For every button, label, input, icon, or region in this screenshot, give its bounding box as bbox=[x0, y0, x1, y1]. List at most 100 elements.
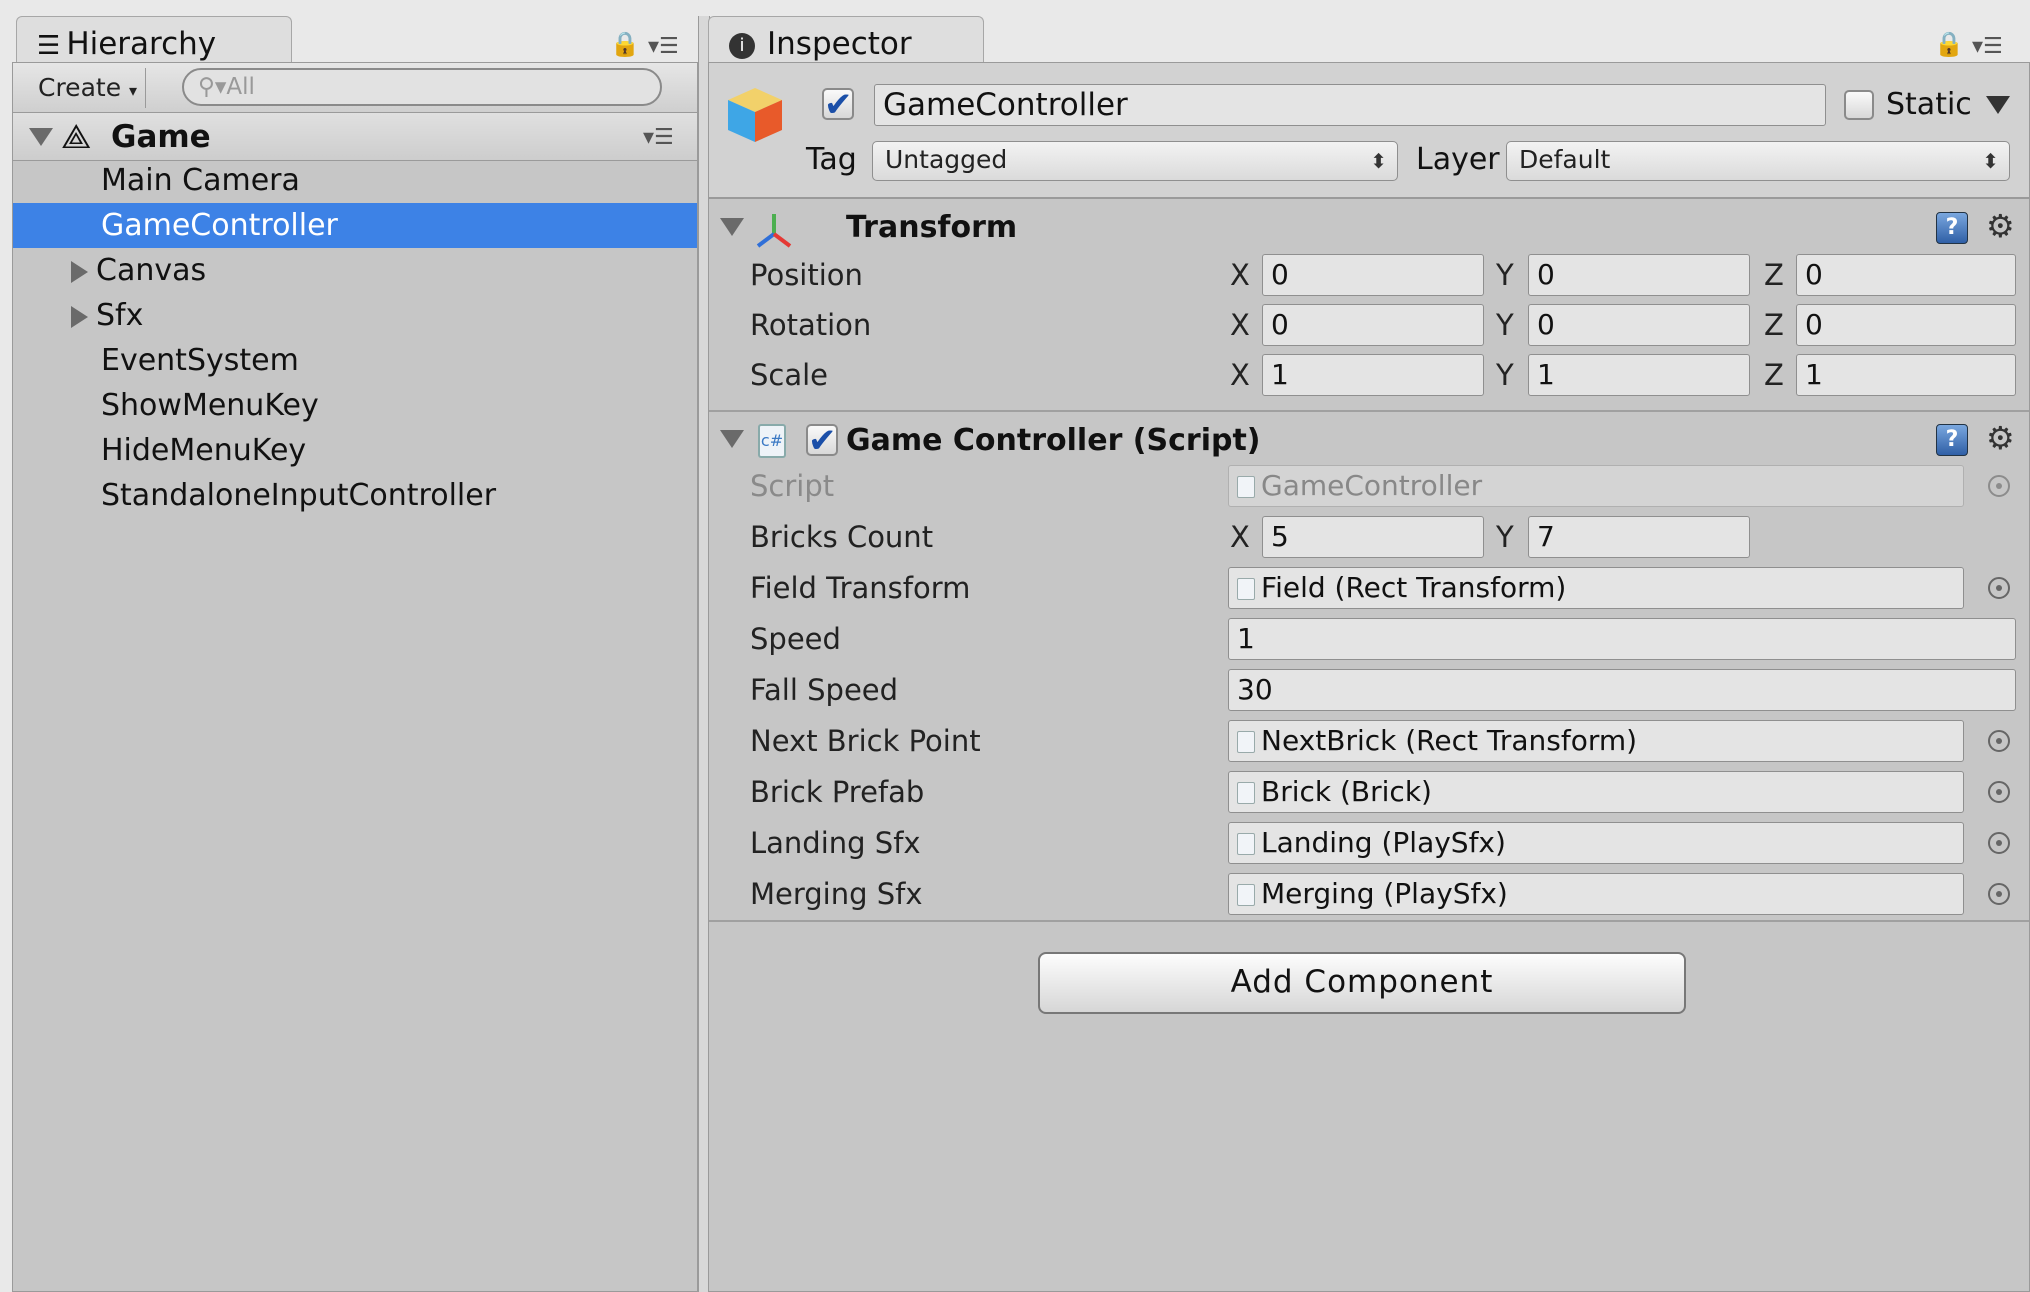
axis-z-label: Z bbox=[1764, 258, 1784, 292]
tree-item-canvas[interactable]: Canvas bbox=[13, 248, 697, 293]
layer-label: Layer bbox=[1416, 142, 1500, 177]
tree-item-standaloneinputcontroller[interactable]: StandaloneInputController bbox=[13, 473, 697, 518]
tree-item-main-camera[interactable]: Main Camera bbox=[13, 158, 697, 203]
tag-dropdown[interactable]: Untagged ⬍ bbox=[872, 141, 1398, 181]
scale-y-input[interactable]: 1 bbox=[1528, 354, 1750, 396]
speed-label: Speed bbox=[750, 622, 841, 656]
object-picker-icon[interactable] bbox=[1988, 781, 2010, 803]
updown-arrows-icon: ⬍ bbox=[1982, 149, 1999, 173]
field-transform-field[interactable]: Field (Rect Transform) bbox=[1228, 567, 1964, 609]
layer-value: Default bbox=[1519, 145, 1611, 174]
add-component-label: Add Component bbox=[1230, 964, 1494, 1000]
scene-menu-icon[interactable]: ▾☰ bbox=[643, 125, 674, 150]
field-transform-value: Field (Rect Transform) bbox=[1261, 571, 1567, 604]
speed-input[interactable]: 1 bbox=[1228, 618, 2016, 660]
position-y-input[interactable]: 0 bbox=[1528, 254, 1750, 296]
tree-item-label: GameController bbox=[101, 208, 338, 243]
search-placeholder: All bbox=[226, 74, 255, 100]
layer-dropdown[interactable]: Default ⬍ bbox=[1506, 141, 2010, 181]
expand-arrow-icon[interactable] bbox=[71, 305, 88, 328]
axis-y-label: Y bbox=[1496, 258, 1514, 292]
search-icon: ⚲▾ bbox=[198, 74, 227, 100]
tag-value: Untagged bbox=[885, 145, 1008, 174]
object-picker-icon[interactable] bbox=[1988, 832, 2010, 854]
rotation-x-input[interactable]: 0 bbox=[1262, 304, 1484, 346]
panel-menu-icon[interactable]: ▾☰ bbox=[1972, 34, 2003, 59]
tree-item-sfx[interactable]: Sfx bbox=[13, 293, 697, 338]
bricks-count-y-value: 7 bbox=[1537, 520, 1555, 553]
scale-y-value: 1 bbox=[1537, 358, 1555, 391]
tree-item-label: HideMenuKey bbox=[101, 433, 307, 468]
next-brick-point-label: Next Brick Point bbox=[750, 724, 981, 758]
add-component-button[interactable]: Add Component bbox=[1038, 952, 1686, 1014]
object-picker-icon[interactable] bbox=[1988, 883, 2010, 905]
tree-item-label: EventSystem bbox=[101, 343, 299, 378]
scale-z-input[interactable]: 1 bbox=[1796, 354, 2016, 396]
gear-icon[interactable]: ⚙ bbox=[1986, 422, 2015, 454]
help-icon[interactable]: ? bbox=[1936, 212, 1968, 244]
object-picker-icon[interactable] bbox=[1988, 730, 2010, 752]
tree-item-showmenukey[interactable]: ShowMenuKey bbox=[13, 383, 697, 428]
script-enabled-checkbox[interactable]: ✔ bbox=[806, 424, 838, 458]
gear-icon[interactable]: ⚙ bbox=[1986, 210, 2015, 242]
object-name-value: GameController bbox=[883, 87, 1128, 123]
hierarchy-search-input[interactable]: ⚲▾All bbox=[182, 68, 662, 106]
csharp-script-icon: c# bbox=[758, 424, 786, 458]
position-x-input[interactable]: 0 bbox=[1262, 254, 1484, 296]
rotation-label: Rotation bbox=[750, 308, 872, 342]
gameobject-cube-icon bbox=[724, 84, 786, 146]
object-picker-icon[interactable] bbox=[1988, 577, 2010, 599]
active-checkbox[interactable]: ✔ bbox=[822, 85, 854, 125]
axis-y-label: Y bbox=[1496, 358, 1514, 392]
static-dropdown-arrow[interactable] bbox=[1986, 94, 2010, 114]
check-icon: ✔ bbox=[824, 85, 853, 125]
merging-sfx-field[interactable]: Merging (PlaySfx) bbox=[1228, 873, 1964, 915]
hierarchy-tab-label: Hierarchy bbox=[66, 26, 217, 62]
rotation-y-value: 0 bbox=[1537, 308, 1555, 341]
axis-y-label: Y bbox=[1496, 520, 1514, 554]
rect-transform-icon bbox=[1237, 578, 1255, 600]
tree-item-hidemenukey[interactable]: HideMenuKey bbox=[13, 428, 697, 473]
script-collapse-icon[interactable] bbox=[720, 430, 744, 448]
fall-speed-input[interactable]: 30 bbox=[1228, 669, 2016, 711]
object-name-input[interactable]: GameController bbox=[874, 84, 1826, 126]
expand-arrow-icon[interactable] bbox=[71, 260, 88, 283]
scene-expand-icon[interactable] bbox=[29, 128, 53, 146]
tree-item-label: StandaloneInputController bbox=[101, 478, 497, 513]
axis-z-label: Z bbox=[1764, 308, 1784, 342]
next-brick-point-field[interactable]: NextBrick (Rect Transform) bbox=[1228, 720, 1964, 762]
tag-label: Tag bbox=[806, 142, 857, 177]
position-z-input[interactable]: 0 bbox=[1796, 254, 2016, 296]
static-checkbox[interactable] bbox=[1844, 90, 1874, 120]
info-icon: i bbox=[729, 32, 755, 59]
rotation-z-input[interactable]: 0 bbox=[1796, 304, 2016, 346]
create-label: Create bbox=[38, 73, 122, 102]
help-icon[interactable]: ? bbox=[1936, 424, 1968, 456]
script-reference-field: GameController bbox=[1228, 465, 1964, 507]
rotation-y-input[interactable]: 0 bbox=[1528, 304, 1750, 346]
brick-prefab-value: Brick (Brick) bbox=[1261, 775, 1432, 808]
rect-transform-icon bbox=[1237, 731, 1255, 753]
axis-x-label: X bbox=[1230, 520, 1250, 554]
tree-item-eventsystem[interactable]: EventSystem bbox=[13, 338, 697, 383]
position-y-value: 0 bbox=[1537, 258, 1555, 291]
transform-collapse-icon[interactable] bbox=[720, 218, 744, 236]
lock-icon[interactable]: 🔒 bbox=[1934, 30, 1964, 58]
lock-icon[interactable]: 🔒 bbox=[610, 30, 640, 58]
brick-prefab-field[interactable]: Brick (Brick) bbox=[1228, 771, 1964, 813]
tree-item-gamecontroller[interactable]: GameController bbox=[13, 203, 697, 248]
scale-z-value: 1 bbox=[1805, 358, 1823, 391]
create-dropdown[interactable]: Create ▾ bbox=[30, 68, 147, 108]
scale-x-input[interactable]: 1 bbox=[1262, 354, 1484, 396]
speed-value: 1 bbox=[1237, 622, 1255, 655]
bricks-count-y-input[interactable]: 7 bbox=[1528, 516, 1750, 558]
tree-item-label: ShowMenuKey bbox=[101, 388, 319, 423]
bricks-count-x-input[interactable]: 5 bbox=[1262, 516, 1484, 558]
panel-menu-icon[interactable]: ▾☰ bbox=[648, 34, 679, 59]
scene-row[interactable]: ⟁ Game ▾☰ bbox=[13, 113, 697, 161]
position-x-value: 0 bbox=[1271, 258, 1289, 291]
transform-axes-icon bbox=[754, 210, 794, 250]
landing-sfx-field[interactable]: Landing (PlaySfx) bbox=[1228, 822, 1964, 864]
next-brick-point-value: NextBrick (Rect Transform) bbox=[1261, 724, 1638, 757]
position-label: Position bbox=[750, 258, 863, 292]
